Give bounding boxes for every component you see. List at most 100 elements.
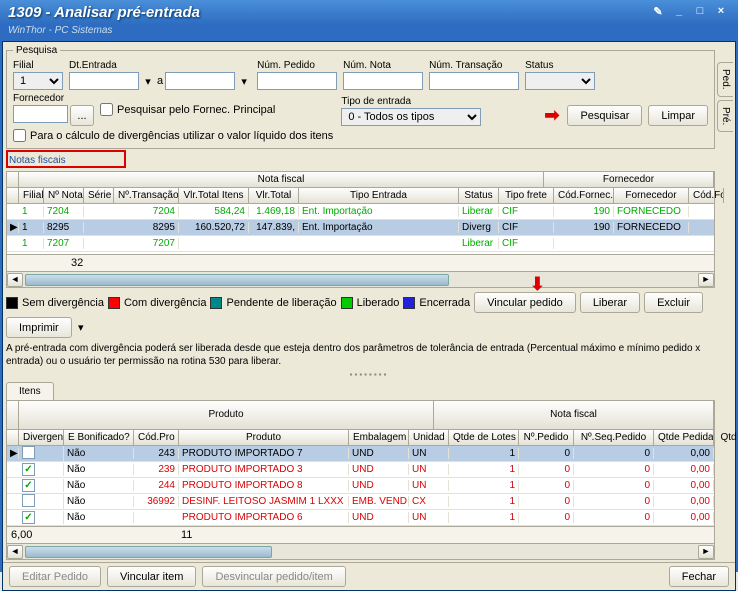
vincular-pedido-button[interactable]: Vincular pedido (474, 292, 576, 313)
legend-label: Liberado (357, 297, 400, 309)
table-row[interactable]: ✓Não239PRODUTO IMPORTADO 3UNDUN1000,00 (7, 462, 714, 478)
legend-swatch (210, 297, 222, 309)
itens-header[interactable]: Nº.Seq.Pedido (574, 430, 654, 445)
liberar-button[interactable]: Liberar (580, 292, 640, 313)
nf-group-fornecedor: Fornecedor (544, 172, 714, 187)
divergent-checkbox[interactable]: ✓ (22, 463, 35, 476)
fechar-button[interactable]: Fechar (669, 566, 729, 587)
itens-sum-mid: 11 (181, 529, 192, 541)
legend-swatch (6, 297, 18, 309)
maximize-button[interactable]: □ (691, 5, 709, 21)
tab-itens[interactable]: Itens (6, 382, 54, 400)
vincular-item-button[interactable]: Vincular item (107, 566, 196, 587)
nf-header[interactable]: Fornecedor (614, 188, 689, 203)
excluir-button[interactable]: Excluir (644, 292, 703, 313)
legend-label: Encerrada (419, 297, 470, 309)
nf-hscroll[interactable]: ◄► (7, 271, 714, 287)
numnota-input[interactable] (343, 72, 423, 90)
edit-icon[interactable]: ✎ (649, 5, 667, 21)
table-row[interactable]: 172047204584,241.469,18Ent. ImportaçãoLi… (7, 204, 714, 220)
search-panel: Pesquisa Filial 1 Dt.Entrada ▾ a ▾ Núm. … (6, 45, 715, 149)
nf-header[interactable]: Tipo frete (499, 188, 554, 203)
calc-divergencia-checkbox[interactable] (13, 129, 26, 142)
imprimir-dropdown-icon[interactable]: ▾ (76, 321, 86, 334)
itens-header[interactable]: Qtd (714, 430, 738, 445)
status-label: Status (525, 60, 595, 71)
nf-total-count: 32 (71, 257, 83, 269)
status-select[interactable] (525, 72, 595, 90)
minimize-button[interactable]: _ (670, 5, 688, 21)
side-tab-pre[interactable]: Pré. (717, 100, 733, 132)
table-row[interactable]: 172077207LiberarCIF (7, 236, 714, 252)
legend-swatch (403, 297, 415, 309)
table-row[interactable]: ✓NãoPRODUTO IMPORTADO 6UNDUN1000,00 (7, 510, 714, 526)
itens-header[interactable]: Divergent (19, 430, 64, 445)
dtentrada-label: Dt.Entrada (69, 60, 251, 71)
nf-header[interactable]: Vlr.Total (249, 188, 299, 203)
itens-hscroll[interactable]: ◄► (7, 543, 714, 559)
nf-grid: Nota fiscal Fornecedor FilialNº NotaSéri… (6, 171, 715, 288)
nf-header[interactable]: Filial (19, 188, 44, 203)
info-text: A pré-entrada com divergência poderá ser… (6, 342, 715, 368)
filial-select[interactable]: 1 (13, 72, 63, 90)
desvincular-button[interactable]: Desvincular pedido/item (202, 566, 345, 587)
numpedido-input[interactable] (257, 72, 337, 90)
legend-swatch (341, 297, 353, 309)
fornecedor-input[interactable] (13, 105, 68, 123)
itens-header[interactable]: Unidad (409, 430, 449, 445)
filial-label: Filial (13, 60, 63, 71)
nf-header[interactable]: Série (84, 188, 114, 203)
pesquisar-button[interactable]: Pesquisar (567, 105, 642, 126)
highlight-notas-fiscais (6, 150, 126, 168)
divergent-checkbox[interactable]: ✓ (22, 479, 35, 492)
table-row[interactable]: ▶Não243PRODUTO IMPORTADO 7UNDUN1000,00 (7, 446, 714, 462)
nf-header[interactable]: Vlr.Total Itens (179, 188, 249, 203)
nf-header[interactable]: Cód.Fo (689, 188, 724, 203)
tipoentrada-select[interactable]: 0 - Todos os tipos (341, 108, 481, 126)
itens-header[interactable]: Cód.Pro (134, 430, 179, 445)
legend-swatch (108, 297, 120, 309)
search-legend: Pesquisa (13, 45, 60, 56)
table-row[interactable]: ▶182958295160.520,72147.839,Ent. Importa… (7, 220, 714, 236)
nf-header[interactable]: Nº.Transação (114, 188, 179, 203)
numtrans-input[interactable] (429, 72, 519, 90)
editar-pedido-button[interactable]: Editar Pedido (9, 566, 101, 587)
limpar-button[interactable]: Limpar (648, 105, 708, 126)
side-tab-ped[interactable]: Ped. (717, 62, 733, 97)
divergent-checkbox[interactable] (22, 494, 35, 507)
calc-divergencia-label: Para o cálculo de divergências utilizar … (30, 130, 333, 142)
itens-header[interactable]: Qtde de Lotes (449, 430, 519, 445)
divergent-checkbox[interactable] (22, 446, 35, 459)
nf-header[interactable]: Tipo Entrada (299, 188, 459, 203)
imprimir-button[interactable]: Imprimir (6, 317, 72, 338)
dtentrada-from[interactable] (69, 72, 139, 90)
itens-header[interactable]: Nº.Pedido (519, 430, 574, 445)
nf-header[interactable]: Status (459, 188, 499, 203)
a-label: a (157, 75, 163, 87)
itens-header[interactable]: Produto (179, 430, 349, 445)
tipoentrada-label: Tipo de entrada (341, 96, 481, 107)
table-row[interactable]: ✓Não244PRODUTO IMPORTADO 8UNDUN1000,00 (7, 478, 714, 494)
itens-header[interactable]: Qtde Pedida (654, 430, 714, 445)
fornecedor-label: Fornecedor (13, 93, 94, 104)
itens-header[interactable]: Embalagem (349, 430, 409, 445)
nf-header[interactable]: Cód.Fornec. (554, 188, 614, 203)
splitter[interactable]: ▪▪▪▪▪▪▪▪ (3, 370, 735, 379)
legend-label: Pendente de liberação (226, 297, 336, 309)
itens-header[interactable]: E Bonificado? (64, 430, 134, 445)
numnota-label: Núm. Nota (343, 60, 423, 71)
nf-header[interactable]: Nº Nota (44, 188, 84, 203)
table-row[interactable]: Não36992DESINF. LEITOSO JASMIM 1 LXXXEMB… (7, 494, 714, 510)
fornecedor-lookup-button[interactable]: ... (70, 105, 94, 126)
arrow-liberar-icon: ⬇ (530, 274, 545, 295)
divergent-checkbox[interactable]: ✓ (22, 511, 35, 524)
pesq-principal-checkbox[interactable] (100, 103, 113, 116)
itens-group-nf: Nota fiscal (434, 401, 714, 429)
window-subtitle: WinThor - PC Sistemas (0, 25, 738, 39)
arrow-pesquisar-icon: ➡ (544, 105, 559, 126)
dtentrada-to[interactable] (165, 72, 235, 90)
legend-label: Com divergência (124, 297, 207, 309)
titlebar: 1309 - Analisar pré-entrada ✎ _ □ × (0, 0, 738, 25)
legend-label: Sem divergência (22, 297, 104, 309)
close-button[interactable]: × (712, 5, 730, 21)
